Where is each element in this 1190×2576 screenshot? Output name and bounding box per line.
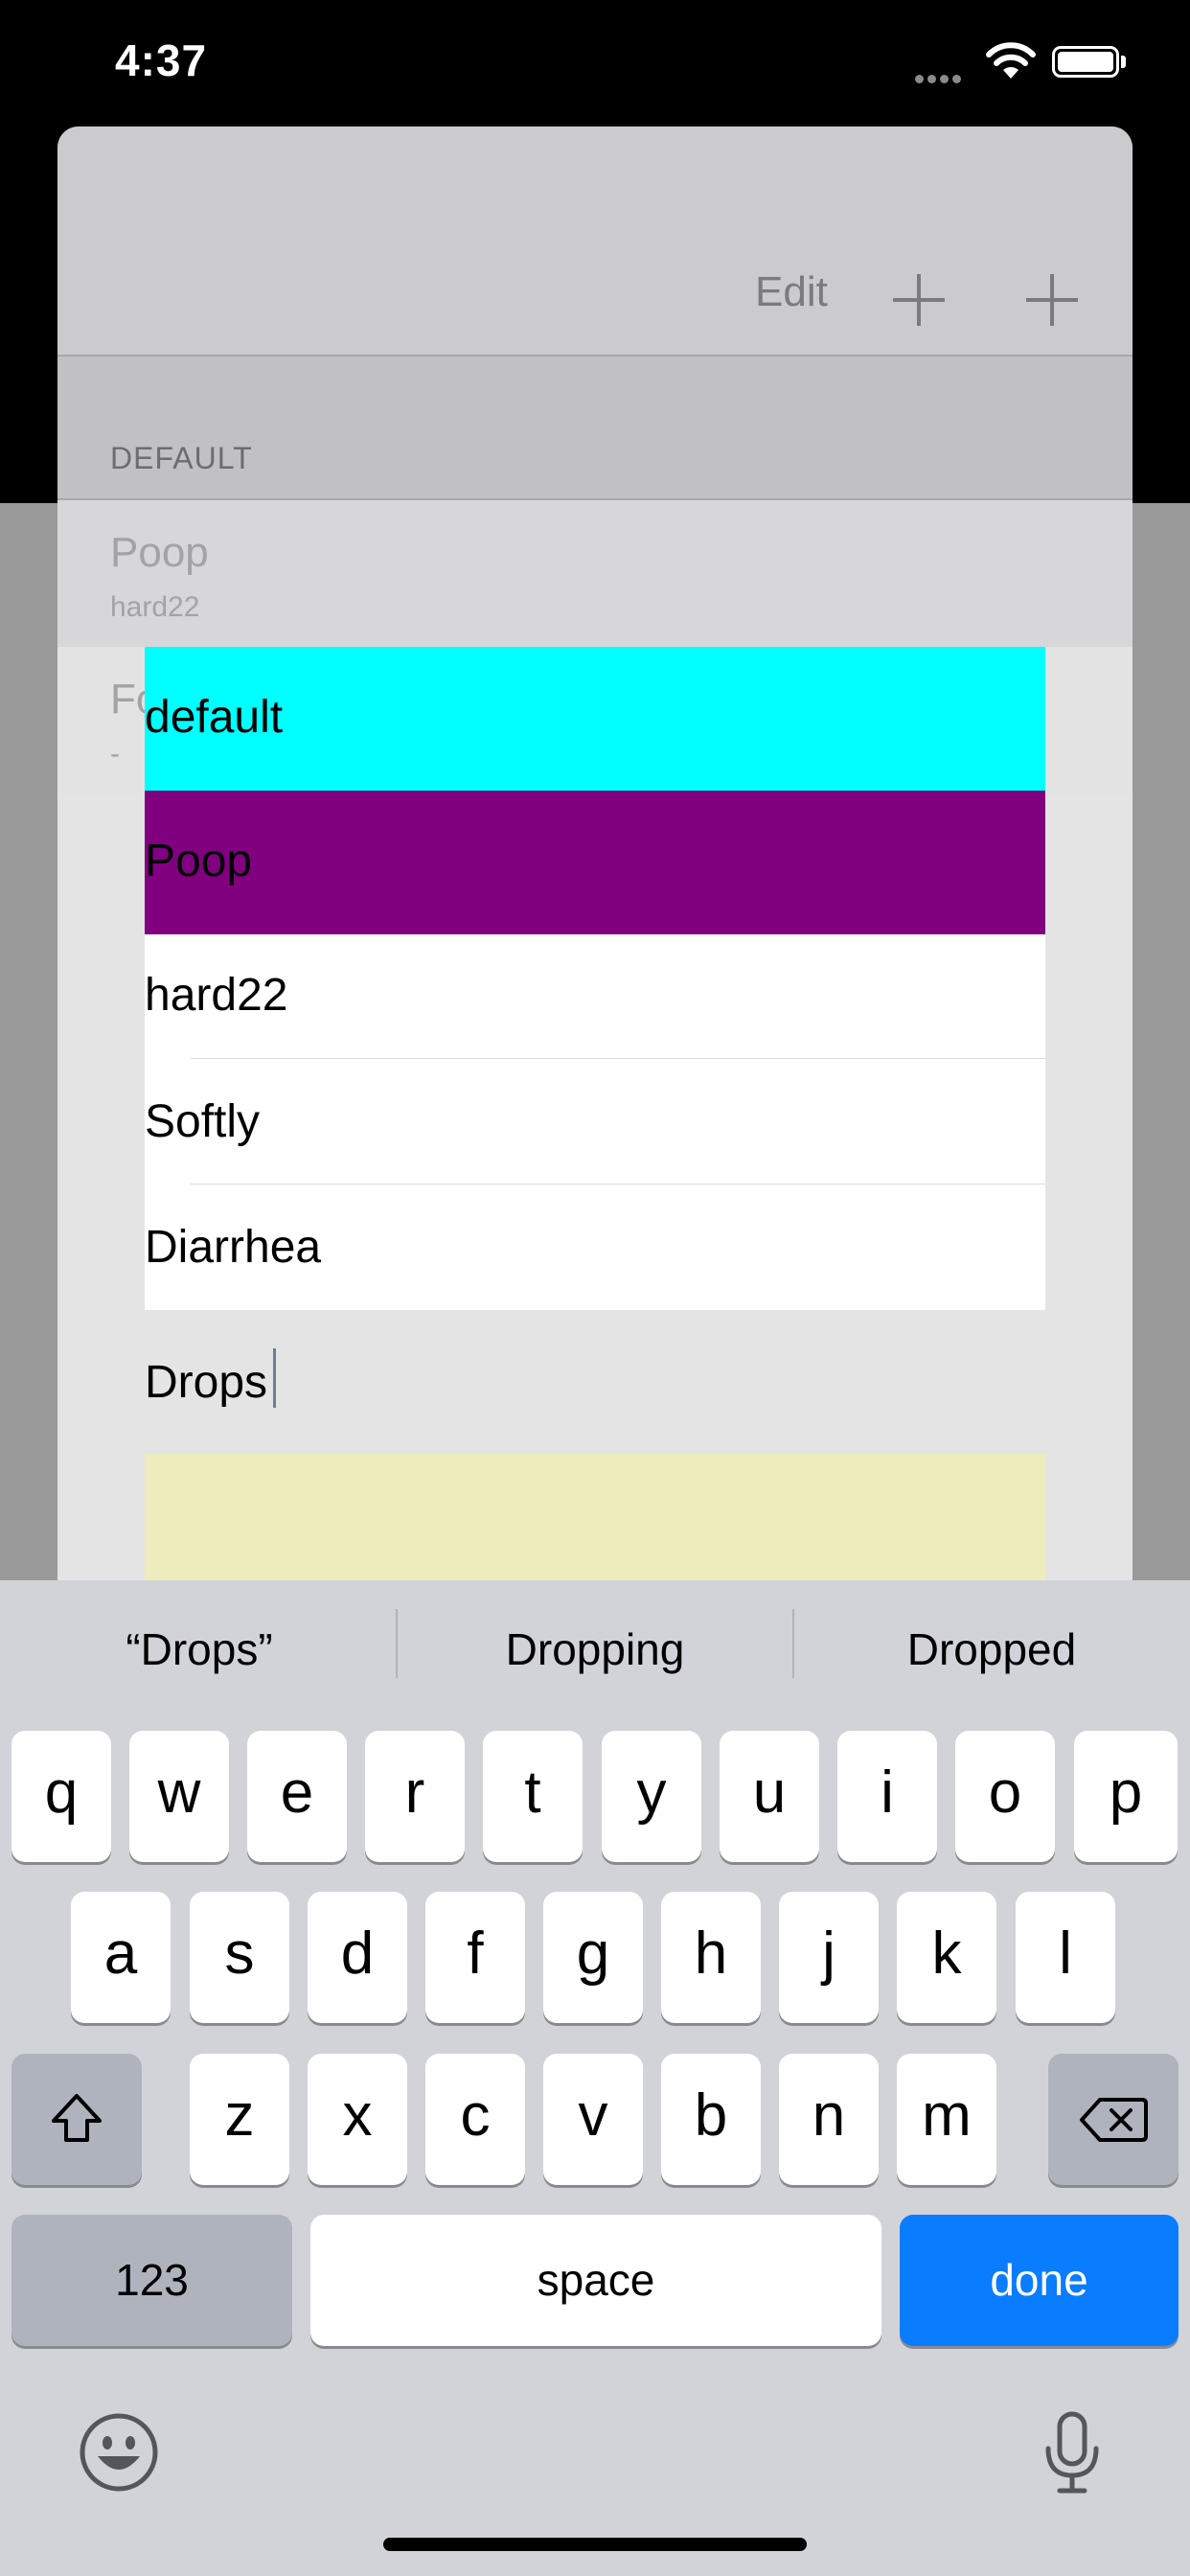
key-y[interactable]: y xyxy=(602,1731,701,1862)
key-n[interactable]: n xyxy=(779,2054,879,2185)
key-u[interactable]: u xyxy=(720,1731,819,1862)
text-input[interactable]: Drops xyxy=(145,1310,1045,1454)
dropdown-option-softly[interactable]: Softly xyxy=(145,1059,1045,1184)
suggestion-bar: “Drops” Dropping Dropped xyxy=(0,1580,1190,1729)
navigation-bar: Edit xyxy=(57,126,1133,356)
key-k[interactable]: k xyxy=(897,1892,996,2023)
delete-key[interactable] xyxy=(1048,2054,1179,2185)
add-icon[interactable] xyxy=(1026,274,1078,326)
keyboard: “Drops” Dropping Dropped q w e r t y u i… xyxy=(0,1580,1190,2576)
done-button[interactable]: done xyxy=(900,2215,1179,2346)
list-item-subtitle: hard22 xyxy=(110,591,200,623)
list-item-subtitle: - xyxy=(110,738,120,770)
key-l[interactable]: l xyxy=(1016,1892,1115,2023)
key-v[interactable]: v xyxy=(543,2054,643,2185)
home-indicator xyxy=(383,2538,807,2551)
battery-icon xyxy=(1052,46,1119,78)
key-z[interactable]: z xyxy=(190,2054,289,2185)
dropdown-option-diarrhea[interactable]: Diarrhea xyxy=(145,1184,1045,1310)
key-s[interactable]: s xyxy=(190,1892,289,2023)
battery-cap xyxy=(1121,56,1126,68)
dropdown-option-poop[interactable]: Poop xyxy=(145,791,1045,934)
key-g[interactable]: g xyxy=(543,1892,643,2023)
suggestion-item[interactable]: Dropping xyxy=(398,1623,792,1675)
cellular-signal-icon xyxy=(915,71,965,88)
dropdown-option-default[interactable]: default xyxy=(145,647,1045,791)
list-item-title: Poop xyxy=(110,529,209,576)
key-a[interactable]: a xyxy=(71,1892,171,2023)
section-header: DEFAULT xyxy=(110,441,253,475)
shift-key[interactable] xyxy=(11,2054,142,2185)
option-label: Poop xyxy=(145,836,253,886)
option-label: default xyxy=(145,692,284,743)
wifi-icon xyxy=(985,42,1037,85)
option-label: Softly xyxy=(145,1096,261,1147)
option-label: Diarrhea xyxy=(145,1222,322,1273)
key-m[interactable]: m xyxy=(897,2054,996,2185)
option-label: hard22 xyxy=(145,970,288,1021)
key-e[interactable]: e xyxy=(247,1731,347,1862)
microphone-icon[interactable] xyxy=(1042,2410,1102,2501)
suggestion-item[interactable]: Dropped xyxy=(794,1623,1189,1675)
key-j[interactable]: j xyxy=(779,1892,879,2023)
numbers-key[interactable]: 123 xyxy=(11,2215,292,2346)
key-w[interactable]: w xyxy=(129,1731,229,1862)
key-d[interactable]: d xyxy=(308,1892,407,2023)
key-i[interactable]: i xyxy=(837,1731,937,1862)
delete-icon xyxy=(1080,2098,1148,2142)
shift-icon xyxy=(52,2094,102,2142)
key-b[interactable]: b xyxy=(661,2054,761,2185)
key-q[interactable]: q xyxy=(11,1731,111,1862)
input-value: Drops xyxy=(145,1357,268,1408)
key-c[interactable]: c xyxy=(425,2054,525,2185)
key-h[interactable]: h xyxy=(661,1892,761,2023)
key-x[interactable]: x xyxy=(308,2054,407,2185)
dropdown-option-hard22[interactable]: hard22 xyxy=(145,934,1045,1059)
key-p[interactable]: p xyxy=(1074,1731,1178,1862)
suggestion-item[interactable]: “Drops” xyxy=(2,1623,397,1675)
key-r[interactable]: r xyxy=(365,1731,465,1862)
status-time: 4:37 xyxy=(115,35,208,85)
list-item[interactable]: Poop hard22 xyxy=(57,498,1133,649)
emoji-icon[interactable] xyxy=(79,2412,159,2497)
add-icon[interactable] xyxy=(893,274,945,326)
highlighted-row[interactable] xyxy=(145,1454,1045,1580)
key-o[interactable]: o xyxy=(955,1731,1055,1862)
space-key[interactable]: space xyxy=(310,2215,881,2346)
key-f[interactable]: f xyxy=(425,1892,525,2023)
status-bar: 4:37 xyxy=(0,0,1190,125)
text-caret xyxy=(273,1348,276,1408)
key-t[interactable]: t xyxy=(483,1731,583,1862)
edit-button[interactable]: Edit xyxy=(755,268,828,316)
